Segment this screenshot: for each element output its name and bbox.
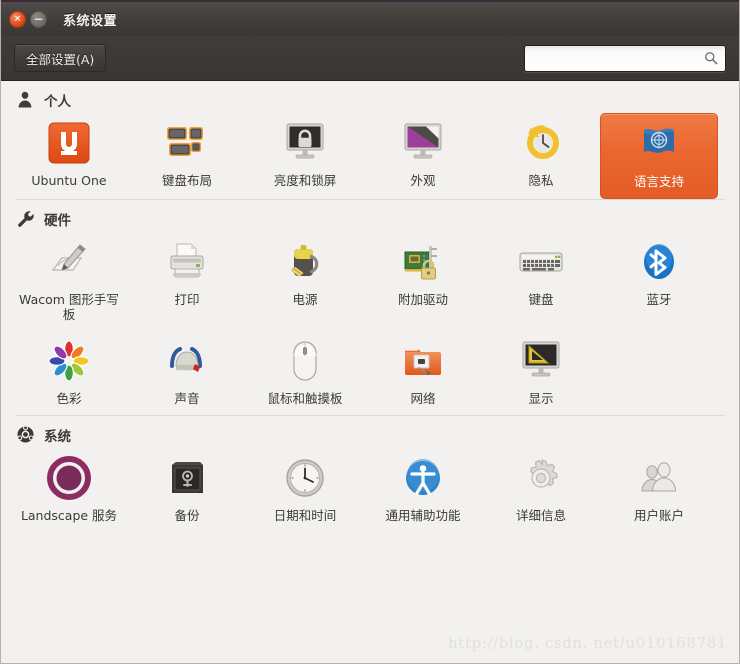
watermark: http://blog. csdn. net/u010168781 — [448, 634, 727, 652]
settings-grid-system: Landscape 服务 备份 日期和时间 通用辅助功能 详细信息 用户账户 — [1, 448, 739, 532]
settings-item-label: 日期和时间 — [273, 507, 337, 523]
settings-item-label: 声音 — [174, 390, 200, 406]
settings-item-label: Landscape 服务 — [20, 507, 118, 523]
settings-item-label: 打印 — [174, 291, 200, 307]
settings-item[interactable]: 蓝牙 — [600, 232, 718, 331]
settings-item-label: 隐私 — [528, 173, 554, 188]
sound-icon — [163, 337, 211, 385]
settings-item-label: 用户账户 — [633, 507, 684, 523]
settings-item-label: 附加驱动 — [397, 291, 448, 307]
section-personal: 个人 Ubuntu One 键盘布局 亮度和锁屏 外观 隐私 语言支持 — [1, 81, 739, 199]
settings-item-label: 键盘布局 — [161, 173, 212, 188]
settings-item[interactable]: 附加驱动 — [364, 232, 482, 331]
close-icon[interactable]: × — [9, 10, 26, 28]
brightness-lock-icon — [281, 119, 329, 167]
settings-item[interactable]: 用户账户 — [600, 448, 718, 532]
settings-item-label: Ubuntu One — [31, 173, 107, 188]
printer-icon — [163, 238, 211, 286]
settings-item[interactable]: 语言支持 — [600, 113, 718, 199]
settings-item[interactable]: 外观 — [364, 113, 482, 199]
minimize-glyph: − — [33, 12, 44, 26]
settings-item[interactable]: 详细信息 — [482, 448, 600, 532]
datetime-icon — [281, 454, 329, 502]
settings-item[interactable]: 鼠标和触摸板 — [246, 331, 364, 415]
appearance-icon — [399, 119, 447, 167]
details-icon — [517, 454, 565, 502]
settings-item-label: 通用辅助功能 — [385, 507, 461, 523]
ubuntu-logo-icon — [17, 424, 35, 444]
settings-content: 个人 Ubuntu One 键盘布局 亮度和锁屏 外观 隐私 语言支持硬件 Wacom 图形手… — [1, 81, 739, 663]
all-settings-label: 全部设置(A) — [26, 51, 95, 67]
settings-item-label: 鼠标和触摸板 — [267, 390, 343, 406]
section-header-personal: 个人 — [1, 81, 739, 113]
section-hardware: 硬件 Wacom 图形手写板 打印 电源 附加驱动 键盘 蓝牙色彩 声音 鼠标和触摸板 网络 显示 — [1, 198, 739, 415]
settings-item-label: 色彩 — [56, 390, 82, 406]
settings-item[interactable]: Ubuntu One — [10, 113, 128, 199]
section-header-system: 系统 — [1, 416, 739, 448]
settings-item[interactable]: 键盘布局 — [128, 113, 246, 199]
settings-item[interactable]: 键盘 — [482, 232, 600, 331]
keyboard-icon — [517, 238, 565, 286]
language-support-icon — [635, 120, 683, 168]
settings-item-label: 键盘 — [528, 291, 554, 307]
section-header-hardware: 硬件 — [1, 200, 739, 232]
settings-item-label: 电源 — [292, 291, 318, 307]
titlebar: × − 系统设置 — [1, 0, 739, 36]
sections-root: 个人 Ubuntu One 键盘布局 亮度和锁屏 外观 隐私 语言支持硬件 Wacom 图形手… — [1, 81, 739, 531]
settings-item-label: 蓝牙 — [646, 291, 672, 307]
accessibility-icon — [399, 454, 447, 502]
settings-item-label: 外观 — [410, 173, 436, 188]
settings-item-label: 网络 — [410, 390, 436, 406]
landscape-icon — [45, 454, 93, 502]
search-input[interactable] — [525, 45, 725, 71]
bluetooth-icon — [635, 238, 683, 286]
settings-item[interactable]: 显示 — [482, 331, 600, 415]
settings-grid-personal: Ubuntu One 键盘布局 亮度和锁屏 外观 隐私 语言支持 — [1, 113, 739, 199]
settings-item-label: 亮度和锁屏 — [273, 173, 337, 188]
settings-grid-hardware: Wacom 图形手写板 打印 电源 附加驱动 键盘 蓝牙色彩 声音 鼠标和触摸板 网络 显示 — [1, 232, 739, 415]
settings-item-label: Wacom 图形手写板 — [19, 291, 119, 323]
settings-item[interactable]: Wacom 图形手写板 — [10, 232, 128, 331]
settings-item[interactable]: 日期和时间 — [246, 448, 364, 532]
color-icon — [45, 337, 93, 385]
settings-item[interactable]: 备份 — [128, 448, 246, 532]
wrench-icon — [17, 210, 35, 228]
settings-item[interactable]: 亮度和锁屏 — [246, 113, 364, 199]
backup-icon — [163, 454, 211, 502]
settings-item-label: 显示 — [528, 390, 554, 406]
settings-item[interactable]: Landscape 服务 — [10, 448, 128, 532]
network-icon — [399, 337, 447, 385]
settings-item[interactable]: 打印 — [128, 232, 246, 331]
section-title: 个人 — [44, 94, 71, 110]
settings-item-label: 详细信息 — [515, 507, 566, 523]
wacom-tablet-icon — [45, 238, 93, 286]
additional-drivers-icon — [399, 238, 447, 286]
settings-item-label: 备份 — [174, 507, 200, 523]
settings-item-label: 语言支持 — [633, 174, 684, 189]
mouse-touchpad-icon — [281, 337, 329, 385]
display-icon — [517, 337, 565, 385]
settings-item[interactable]: 声音 — [128, 331, 246, 415]
close-glyph: × — [13, 13, 22, 24]
section-title: 系统 — [44, 428, 71, 445]
settings-item[interactable]: 电源 — [246, 232, 364, 331]
ubuntu-one-icon — [45, 119, 93, 167]
minimize-icon[interactable]: − — [30, 10, 47, 28]
settings-item[interactable]: 网络 — [364, 331, 482, 415]
all-settings-button[interactable]: 全部设置(A) — [14, 44, 107, 72]
section-title: 硬件 — [44, 212, 71, 229]
settings-item[interactable]: 隐私 — [482, 113, 600, 199]
search-box[interactable] — [524, 44, 726, 72]
settings-item[interactable]: 色彩 — [10, 331, 128, 415]
settings-item[interactable]: 通用辅助功能 — [364, 448, 482, 532]
keyboard-layout-icon — [163, 119, 211, 167]
system-settings-window: × − 系统设置 全部设置(A) 个人 Ubuntu One 键盘布局 亮度和锁屏 外观… — [0, 0, 740, 664]
section-system: 系统 Landscape 服务 备份 日期和时间 通用辅助功能 详细信息 用户账户 — [1, 414, 739, 532]
person-icon — [17, 91, 35, 109]
privacy-icon — [517, 119, 565, 167]
user-accounts-icon — [635, 454, 683, 502]
toolbar: 全部设置(A) — [1, 36, 739, 81]
power-icon — [281, 238, 329, 286]
window-title: 系统设置 — [63, 13, 118, 29]
